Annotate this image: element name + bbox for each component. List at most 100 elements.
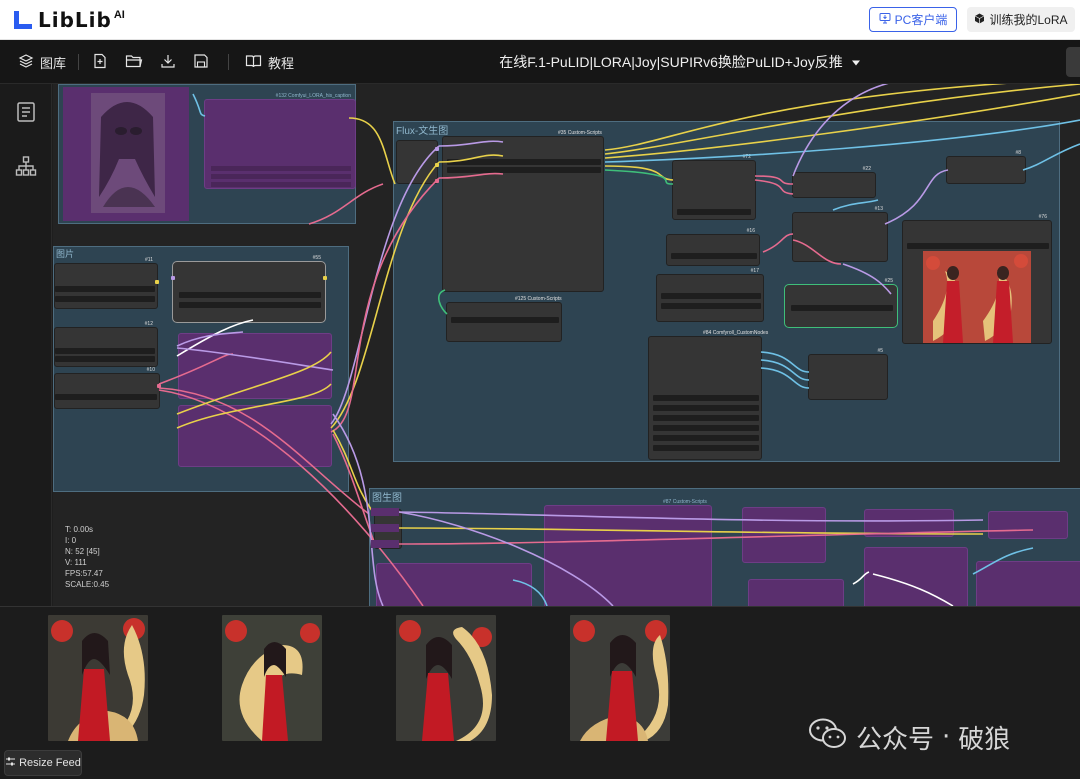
node-field[interactable] (653, 425, 759, 431)
pc-client-button[interactable]: PC客户端 (869, 7, 957, 32)
feed-thumbnail[interactable] (570, 615, 670, 741)
document-icon[interactable] (14, 100, 38, 124)
input-slot[interactable] (171, 276, 175, 280)
save-button[interactable] (193, 40, 209, 84)
output-slot[interactable] (435, 147, 439, 151)
group-portrait[interactable]: #132 Comfyui_LORA_his_caption (58, 84, 356, 224)
node-125-custom-scripts[interactable]: #125 Custom-Scripts (446, 296, 562, 342)
node-field[interactable] (447, 159, 601, 165)
resize-feed-button[interactable]: Resize Feed (4, 750, 82, 776)
open-folder-button[interactable] (125, 40, 143, 84)
node-id: #13 (874, 206, 883, 212)
purple-node-img2img-2[interactable] (742, 507, 826, 563)
output-slot[interactable] (157, 384, 161, 388)
node-field[interactable] (55, 348, 155, 354)
node-field[interactable] (791, 305, 893, 311)
node-field[interactable] (211, 182, 351, 187)
node-field[interactable] (179, 292, 321, 298)
node-tree-icon[interactable] (14, 154, 38, 178)
img2img-input-node[interactable] (374, 509, 402, 549)
node-84-custom-nodes[interactable]: #84 Comfyroll_CustomNodes (648, 330, 768, 460)
node-field[interactable] (55, 356, 155, 362)
lora-caption-node[interactable]: #132 Comfyui_LORA_his_caption (204, 93, 356, 189)
workflow-title: 在线F.1-PuLID|LORA|Joy|SUPIRv6换脸PuLID+Joy反… (499, 54, 843, 70)
node-field[interactable] (447, 167, 601, 173)
node-field[interactable] (671, 253, 757, 259)
group-flux-txt2img[interactable]: Flux-文生图 #35 Custom-Scripts #125 Custom-… (393, 121, 1060, 462)
purple-node-img2img-7[interactable] (976, 561, 1080, 606)
node-13[interactable]: #13 (792, 206, 888, 262)
cube-icon (974, 13, 985, 27)
node-5[interactable]: #5 (808, 348, 888, 400)
node-title: #125 Custom-Scripts (515, 296, 562, 302)
node-25[interactable]: #25 (784, 278, 898, 328)
stat-nodes: N: 52 [45] (65, 547, 100, 556)
node-id: #76 (1038, 214, 1047, 220)
node-76-preview[interactable]: #76 (902, 214, 1052, 344)
output-slot[interactable] (323, 276, 327, 280)
node-field[interactable] (677, 209, 751, 215)
node-canvas[interactable]: #132 Comfyui_LORA_his_caption 图片 #11 #55 (53, 84, 1080, 606)
node-id: #16 (746, 228, 755, 234)
resize-feed-label: Resize Feed (19, 757, 81, 769)
node-35-custom-scripts[interactable]: #35 Custom-Scripts (442, 130, 604, 292)
book-icon (245, 53, 262, 72)
node-field[interactable] (907, 243, 1049, 249)
node-12[interactable]: #12 (54, 321, 158, 367)
train-lora-button[interactable]: 训练我的LoRA (967, 7, 1075, 32)
feed-thumbnail[interactable] (222, 615, 322, 741)
node-field[interactable] (653, 445, 759, 451)
output-slot[interactable] (435, 163, 439, 167)
workflow-title-dropdown[interactable]: 在线F.1-PuLID|LORA|Joy|SUPIRv6换脸PuLID+Joy反… (470, 40, 890, 84)
node-field[interactable] (55, 296, 155, 302)
node-87-custom-scripts[interactable]: #87 Custom-Scripts (544, 499, 712, 606)
node-72[interactable]: #72 (672, 154, 756, 220)
purple-node-left-2[interactable] (178, 405, 332, 467)
node-field[interactable] (661, 293, 761, 299)
node-10[interactable]: #10 (54, 367, 161, 409)
flux-input-node[interactable] (396, 140, 439, 184)
node-55[interactable]: #55 (171, 255, 327, 323)
feed-thumbnail[interactable] (48, 615, 148, 741)
node-field[interactable] (653, 435, 759, 441)
chevron-down-icon (851, 54, 861, 70)
new-file-button[interactable] (92, 40, 108, 84)
purple-node-left-1[interactable] (178, 333, 332, 399)
node-22[interactable]: #22 (792, 166, 876, 198)
purple-node-img2img-1[interactable] (376, 563, 532, 606)
download-button[interactable] (160, 40, 176, 84)
purple-node-img2img-5[interactable] (864, 547, 968, 606)
node-id: #72 (742, 154, 751, 160)
left-sidebar (0, 84, 52, 606)
feed-thumbnail[interactable] (396, 615, 496, 741)
node-title: #132 Comfyui_LORA_his_caption (275, 93, 351, 99)
purple-node-img2img-6[interactable] (988, 511, 1068, 539)
node-field[interactable] (179, 302, 321, 308)
node-field[interactable] (661, 303, 761, 309)
toolbar-right-button[interactable] (1066, 47, 1080, 77)
node-field[interactable] (211, 174, 351, 179)
purple-node-img2img-3[interactable] (748, 579, 844, 606)
output-slot[interactable] (435, 179, 439, 183)
node-field[interactable] (211, 166, 351, 171)
save-icon (193, 53, 209, 72)
brand-bar: LibLib AI PC客户端 训练我的LoRA (0, 0, 1080, 40)
gallery-button[interactable]: 图库 (18, 40, 66, 84)
node-field[interactable] (653, 415, 759, 421)
node-8[interactable]: #8 (946, 150, 1026, 184)
node-11[interactable]: #11 (54, 257, 159, 309)
node-field[interactable] (451, 317, 559, 323)
new-file-icon (92, 53, 108, 72)
node-field[interactable] (653, 405, 759, 411)
node-field[interactable] (55, 394, 157, 400)
group-left[interactable]: 图片 #11 #55 #12 #10 (53, 246, 349, 492)
purple-node-img2img-4[interactable] (864, 509, 954, 537)
node-17[interactable]: #17 (656, 268, 764, 322)
tutorial-button[interactable]: 教程 (245, 40, 294, 84)
logo[interactable]: LibLib AI (12, 8, 125, 32)
node-field[interactable] (55, 286, 155, 292)
output-slot[interactable] (155, 280, 159, 284)
node-16[interactable]: #16 (666, 228, 760, 266)
node-field[interactable] (653, 395, 759, 401)
group-img2img[interactable]: 图生图 #87 Custom-Scripts (369, 488, 1080, 606)
